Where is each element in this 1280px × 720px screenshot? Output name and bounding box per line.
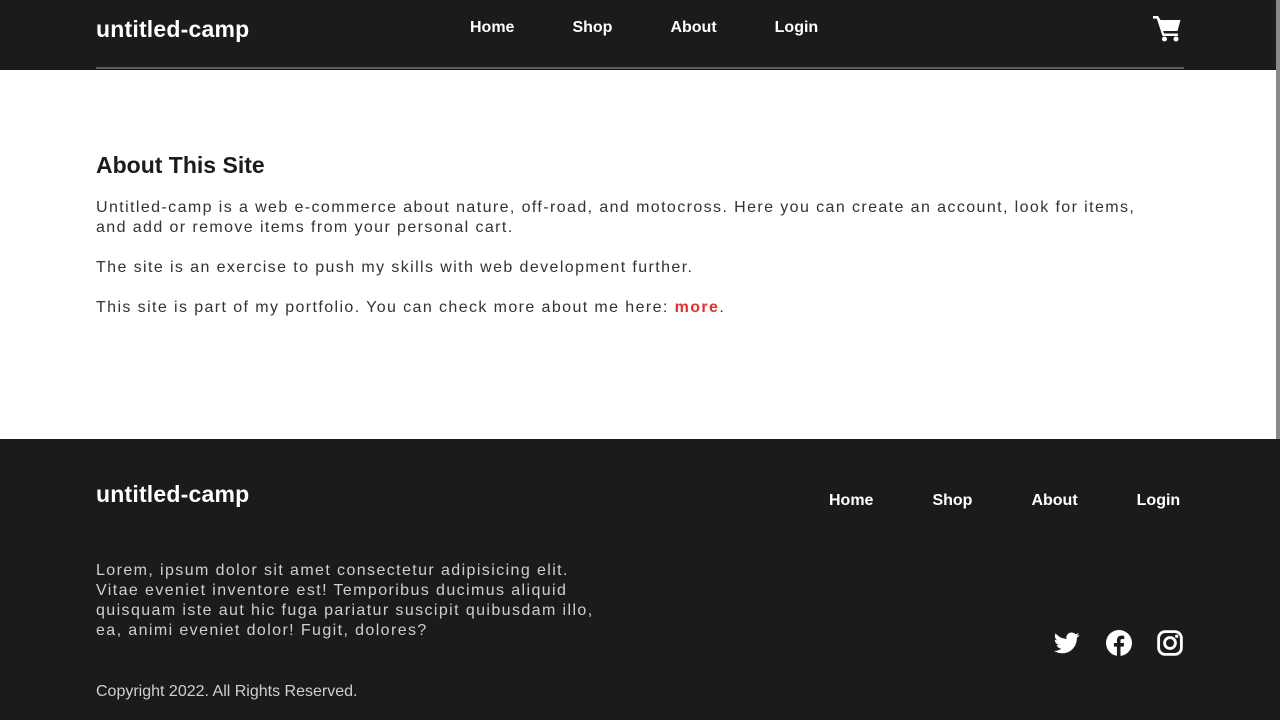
site-header: untitled-camp Home Shop About Login — [0, 0, 1280, 70]
about-paragraph-1: Untitled-camp is a web e-commerce about … — [96, 199, 1136, 236]
footer-blurb: Lorem, ipsum dolor sit amet consectetur … — [96, 562, 594, 639]
site-footer: untitled-camp Home Shop About Login Lore… — [0, 439, 1280, 720]
footer-nav: Home Shop About Login — [829, 491, 1180, 511]
footer-nav-shop-link[interactable]: Shop — [932, 491, 972, 511]
footer-nav-home-link[interactable]: Home — [829, 491, 873, 511]
facebook-icon[interactable] — [1106, 630, 1132, 656]
nav-home-link[interactable]: Home — [470, 18, 514, 38]
shopping-cart-icon[interactable] — [1152, 14, 1182, 42]
copyright-text: Copyright 2022. All Rights Reserved. — [96, 683, 358, 700]
about-paragraph-3-text: This site is part of my portfolio. You c… — [96, 299, 675, 316]
about-title: About This Site — [96, 152, 265, 178]
about-section: About This Site Untitled-camp is a web e… — [96, 150, 1184, 318]
about-paragraph-2: The site is an exercise to push my skill… — [96, 259, 694, 276]
nav-login-link[interactable]: Login — [775, 18, 819, 38]
about-paragraph-3-period: . — [719, 299, 726, 316]
header-brand-logo[interactable]: untitled-camp — [96, 15, 249, 43]
footer-nav-login-link[interactable]: Login — [1137, 491, 1181, 511]
nav-about-link[interactable]: About — [670, 18, 716, 38]
footer-nav-about-link[interactable]: About — [1031, 491, 1077, 511]
header-nav: Home Shop About Login — [470, 18, 876, 38]
twitter-icon[interactable] — [1054, 630, 1080, 656]
instagram-icon[interactable] — [1157, 630, 1183, 656]
footer-brand-logo[interactable]: untitled-camp — [96, 480, 249, 508]
header-divider — [96, 67, 1184, 69]
nav-shop-link[interactable]: Shop — [572, 18, 612, 38]
more-link[interactable]: more — [675, 299, 720, 316]
about-paragraph-3: This site is part of my portfolio. You c… — [96, 298, 1184, 318]
